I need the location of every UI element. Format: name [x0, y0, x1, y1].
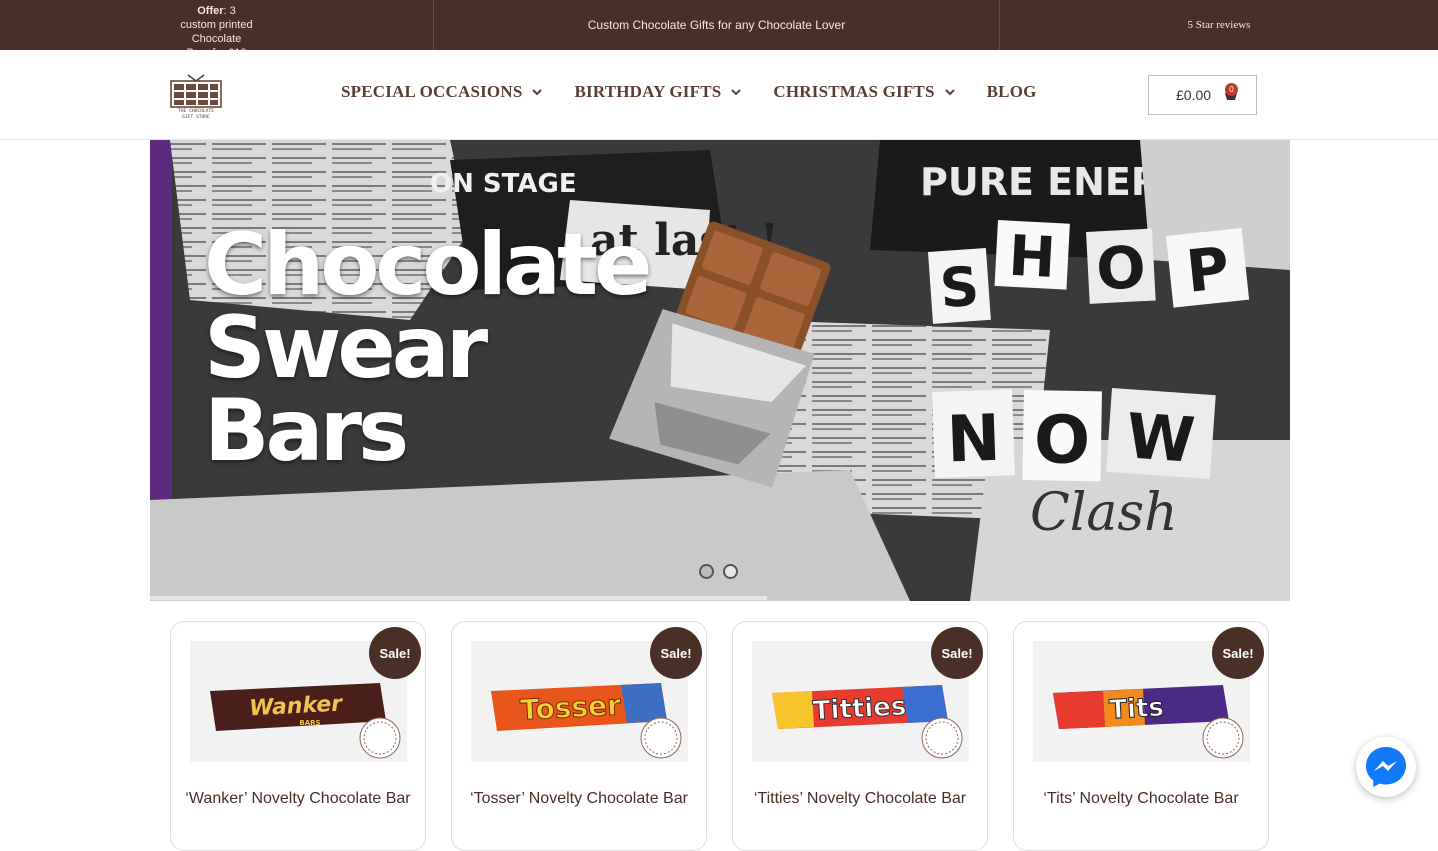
sale-badge: Sale!	[1212, 627, 1264, 679]
slider-dot-2[interactable]	[723, 564, 738, 579]
chevron-down-icon	[731, 89, 742, 96]
svg-text:O: O	[1095, 233, 1148, 303]
cart-count-badge: 0	[1225, 83, 1238, 96]
tagline: Custom Chocolate Gifts for any Chocolate…	[434, 0, 1000, 50]
reviews-link[interactable]: 5 Star reviews	[1000, 0, 1438, 50]
nav-label: CHRISTMAS GIFTS	[773, 82, 935, 101]
svg-text:H: H	[1007, 224, 1057, 291]
product-grid: Wanker BARS Sale! ‘Wanker’ Novelty Choco…	[170, 621, 1294, 851]
svg-text:Titties: Titties	[812, 692, 907, 727]
product-card[interactable]: Wanker BARS Sale! ‘Wanker’ Novelty Choco…	[170, 621, 426, 851]
main-nav: SPECIAL OCCASIONS BIRTHDAY GIFTS CHRISTM…	[341, 82, 1067, 102]
svg-text:W: W	[1124, 399, 1197, 477]
nav-birthday-gifts[interactable]: BIRTHDAY GIFTS	[574, 82, 743, 102]
product-card[interactable]: Tosser Sale! ‘Tosser’ Novelty Chocolate …	[451, 621, 707, 851]
product-name[interactable]: ‘Wanker’ Novelty Chocolate Bar	[181, 791, 415, 807]
chevron-down-icon	[944, 89, 955, 96]
cart-button[interactable]: £0.00 0	[1148, 75, 1257, 115]
svg-text:O: O	[1033, 401, 1090, 479]
nav-christmas-gifts[interactable]: CHRISTMAS GIFTS	[773, 82, 956, 102]
slider-progress-bar	[150, 596, 767, 600]
sale-badge: Sale!	[369, 627, 421, 679]
chevron-down-icon	[532, 89, 543, 96]
messenger-icon	[1366, 747, 1406, 787]
sale-badge: Sale!	[650, 627, 702, 679]
svg-text:N: N	[946, 402, 1002, 478]
svg-text:P: P	[1183, 234, 1232, 306]
sale-badge: Sale!	[931, 627, 983, 679]
hero-title-line: Swear	[204, 298, 488, 398]
svg-text:Tosser: Tosser	[519, 688, 622, 726]
product-card[interactable]: Titties Sale! ‘Titties’ Novelty Chocolat…	[732, 621, 988, 851]
svg-text:THE CHOCOLATE: THE CHOCOLATE	[178, 108, 214, 114]
hero-title-line: Bars	[204, 381, 409, 481]
svg-text:S: S	[938, 255, 981, 321]
hero-title-line: Chocolate	[204, 215, 652, 315]
offer-banner: Limited Time Offer: 3 custom printed Cho…	[0, 0, 434, 59]
product-name[interactable]: ‘Tosser’ Novelty Chocolate Bar	[462, 791, 696, 807]
nav-blog[interactable]: BLOG	[987, 82, 1037, 102]
svg-text:Tits: Tits	[1109, 693, 1165, 726]
svg-text:Wanker: Wanker	[249, 692, 344, 722]
product-name[interactable]: ‘Titties’ Novelty Chocolate Bar	[743, 791, 977, 807]
product-card[interactable]: Tits Sale! ‘Tits’ Novelty Chocolate Bar	[1013, 621, 1269, 851]
nav-special-occasions[interactable]: SPECIAL OCCASIONS	[341, 82, 544, 102]
svg-text:BARS: BARS	[299, 719, 320, 727]
slider-pagination	[699, 564, 747, 579]
hero-title: Chocolate Swear Bars	[204, 215, 652, 481]
hero-slider[interactable]: ON STAGE at last ! PURE ENERG Clash S H …	[150, 140, 1290, 601]
svg-text:Clash: Clash	[1030, 483, 1178, 543]
nav-label: SPECIAL OCCASIONS	[341, 82, 523, 101]
site-header: THE CHOCOLATE GIFT STORE SPECIAL OCCASIO…	[0, 50, 1438, 140]
nav-label: BLOG	[986, 82, 1037, 101]
cart-total: £0.00	[1176, 87, 1212, 103]
svg-text:GIFT STORE: GIFT STORE	[182, 114, 210, 120]
offer-bold: Limited Time Offer	[183, 0, 251, 17]
announcement-bar: Limited Time Offer: 3 custom printed Cho…	[0, 0, 1438, 59]
site-logo[interactable]: THE CHOCOLATE GIFT STORE	[168, 69, 224, 121]
product-name[interactable]: ‘Tits’ Novelty Chocolate Bar	[1024, 791, 1258, 807]
slider-dot-1[interactable]	[699, 564, 714, 579]
messenger-chat-button[interactable]	[1356, 737, 1416, 797]
svg-text:ON STAGE: ON STAGE	[430, 169, 577, 199]
nav-label: BIRTHDAY GIFTS	[574, 82, 722, 101]
